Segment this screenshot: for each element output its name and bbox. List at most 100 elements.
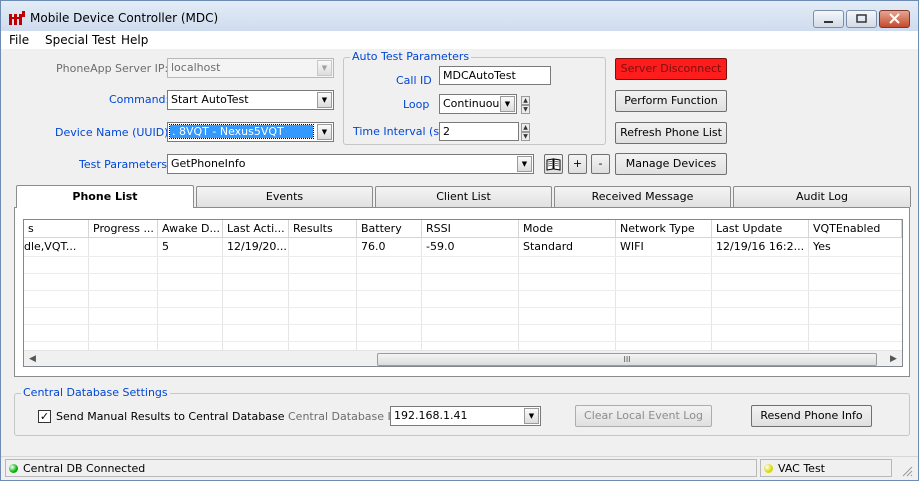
scroll-right-icon[interactable]: ▶: [885, 351, 902, 366]
tab-events[interactable]: Events: [196, 186, 373, 207]
app-logo-icon: [9, 11, 25, 25]
tab-client-list[interactable]: Client List: [375, 186, 552, 207]
column-header-last-activity[interactable]: Last Acti...: [223, 220, 289, 238]
menu-special-test[interactable]: Special Test: [45, 33, 116, 47]
table-cell[interactable]: 12/19/20...: [223, 239, 289, 256]
server-ip-value: localhost: [171, 61, 221, 74]
command-select[interactable]: Start AutoTest ▼: [167, 90, 334, 110]
column-header-network-type[interactable]: Network Type: [616, 220, 712, 238]
resend-phone-info-button[interactable]: Resend Phone Info: [751, 405, 872, 427]
column-header-progress[interactable]: Progress ...: [89, 220, 158, 238]
close-icon: [889, 13, 900, 24]
column-header-battery[interactable]: Battery: [357, 220, 422, 238]
central-db-ip-select[interactable]: 192.168.1.41 ▼: [390, 406, 541, 426]
menu-bar: File Special Test Help: [1, 31, 918, 49]
clear-local-event-log-button[interactable]: Clear Local Event Log: [575, 405, 712, 427]
app-window: Mobile Device Controller (MDC) File Spec…: [0, 0, 919, 481]
horizontal-scrollbar[interactable]: ◀ III ▶: [24, 350, 902, 366]
row-divider: [24, 324, 902, 325]
manage-devices-button[interactable]: Manage Devices: [615, 153, 727, 175]
remove-parameter-button[interactable]: -: [591, 154, 610, 174]
central-db-ip-label: Central Database IP:: [288, 410, 402, 423]
row-divider: [24, 307, 902, 308]
loop-select[interactable]: Continuous ▼: [439, 94, 517, 114]
call-id-input[interactable]: MDCAutoTest: [439, 66, 551, 85]
table-cell[interactable]: Yes: [809, 239, 902, 256]
central-database-title: Central Database Settings: [21, 386, 170, 399]
send-manual-results-checkbox[interactable]: ✓: [38, 410, 51, 423]
device-name-value: . 8VQT - Nexus5VQT: [169, 124, 314, 139]
refresh-phone-list-button[interactable]: Refresh Phone List: [615, 122, 727, 144]
maximize-button[interactable]: [846, 10, 877, 28]
menu-help[interactable]: Help: [121, 33, 148, 47]
tab-phone-list[interactable]: Phone List: [16, 185, 194, 208]
test-parameters-value: GetPhoneInfo: [171, 157, 246, 170]
table-cell[interactable]: -59.0: [422, 239, 519, 256]
status-bar: Central DB Connected VAC Test: [1, 456, 918, 480]
resize-grip-icon[interactable]: [901, 465, 913, 477]
table-cell[interactable]: [89, 239, 158, 256]
table-cell[interactable]: Standard: [519, 239, 616, 256]
table-cell[interactable]: [289, 239, 357, 256]
table-cell[interactable]: 76.0: [357, 239, 422, 256]
vac-test-status: VAC Test: [760, 459, 892, 477]
row-divider: [24, 256, 902, 257]
chevron-down-icon[interactable]: ▼: [517, 156, 532, 172]
call-id-label: Call ID: [396, 74, 432, 87]
check-icon: ✓: [39, 410, 50, 423]
column-header-vqt-enabled[interactable]: VQTEnabled: [809, 220, 902, 238]
window-title: Mobile Device Controller (MDC): [30, 11, 219, 25]
table-cell[interactable]: 5: [158, 239, 223, 256]
auto-test-parameters-title: Auto Test Parameters: [350, 50, 472, 63]
vac-test-status-text: VAC Test: [778, 462, 825, 475]
send-manual-results-label[interactable]: Send Manual Results to Central Database: [56, 410, 284, 423]
server-ip-select: localhost ▼: [167, 58, 334, 78]
loop-spin-down[interactable]: ▼: [521, 105, 530, 114]
minimize-icon: [824, 21, 833, 23]
perform-function-button[interactable]: Perform Function: [615, 90, 727, 112]
chevron-down-icon[interactable]: ▼: [317, 124, 332, 140]
column-header-rssi[interactable]: RSSI: [422, 220, 519, 238]
table-cell[interactable]: 12/19/16 16:2...: [712, 239, 809, 256]
loop-value: Continuous: [443, 97, 506, 110]
phone-list-grid[interactable]: s Progress ... Awake D... Last Acti... R…: [23, 219, 903, 367]
device-name-select[interactable]: . 8VQT - Nexus5VQT ▼: [167, 122, 334, 142]
chevron-down-icon[interactable]: ▼: [524, 408, 539, 424]
add-parameter-button[interactable]: +: [568, 154, 587, 174]
device-name-label: Device Name (UUID):: [55, 126, 173, 139]
interval-spin-down[interactable]: ▼: [521, 132, 530, 141]
loop-spin-up[interactable]: ▲: [521, 96, 530, 105]
scrollbar-thumb[interactable]: III: [377, 353, 877, 366]
open-book-button[interactable]: [544, 154, 563, 174]
server-ip-label: PhoneApp Server IP:: [56, 62, 169, 75]
test-parameters-label: Test Parameters:: [79, 158, 171, 171]
tab-received-message[interactable]: Received Message: [554, 186, 731, 207]
close-button[interactable]: [879, 10, 910, 28]
chevron-down-icon[interactable]: ▼: [317, 92, 332, 108]
column-header-awake[interactable]: Awake D...: [158, 220, 223, 238]
test-parameters-select[interactable]: GetPhoneInfo ▼: [167, 154, 534, 174]
row-divider: [24, 273, 902, 274]
book-icon: [546, 158, 561, 171]
interval-spin-up[interactable]: ▲: [521, 123, 530, 132]
column-header-mode[interactable]: Mode: [519, 220, 616, 238]
chevron-down-icon: ▼: [317, 60, 332, 76]
command-label: Command:: [109, 93, 170, 106]
column-header-last-update[interactable]: Last Update: [712, 220, 809, 238]
table-cell[interactable]: WIFI: [616, 239, 712, 256]
menu-file[interactable]: File: [9, 33, 29, 47]
central-db-status: Central DB Connected: [5, 459, 757, 477]
server-disconnect-button[interactable]: Server Disconnect: [615, 58, 727, 80]
status-led-icon: [9, 464, 18, 473]
column-header-status[interactable]: s: [24, 220, 89, 238]
tab-audit-log[interactable]: Audit Log: [733, 186, 911, 207]
chevron-down-icon[interactable]: ▼: [500, 96, 515, 112]
column-header-results[interactable]: Results: [289, 220, 357, 238]
loop-label: Loop: [403, 98, 430, 111]
table-cell[interactable]: dle,VQT...: [24, 239, 89, 256]
time-interval-input[interactable]: 2: [439, 122, 519, 141]
command-value: Start AutoTest: [171, 93, 249, 106]
scroll-left-icon[interactable]: ◀: [24, 351, 41, 366]
minimize-button[interactable]: [813, 10, 844, 28]
maximize-icon: [856, 14, 867, 23]
